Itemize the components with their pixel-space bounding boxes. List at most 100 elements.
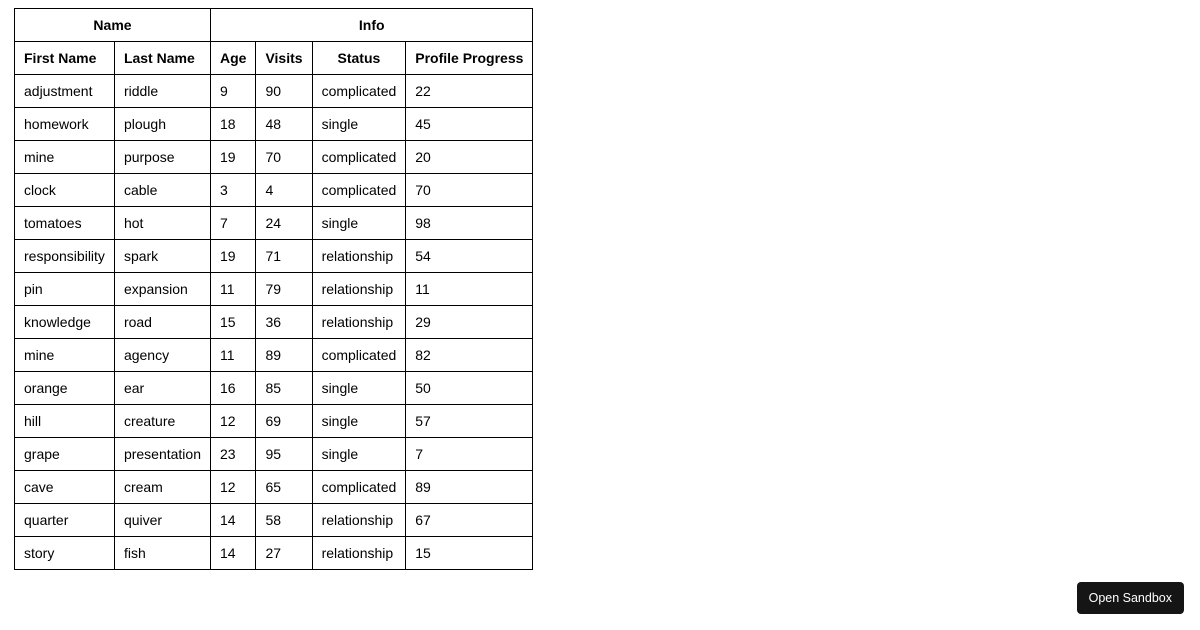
cell-first-name: mine (15, 141, 115, 174)
cell-last-name: ear (114, 372, 210, 405)
cell-status: single (312, 372, 406, 405)
cell-last-name: cream (114, 471, 210, 504)
cell-age: 3 (211, 174, 256, 207)
cell-progress: 29 (406, 306, 533, 339)
cell-first-name: story (15, 537, 115, 570)
cell-status: relationship (312, 537, 406, 570)
cell-visits: 69 (256, 405, 312, 438)
cell-first-name: clock (15, 174, 115, 207)
cell-visits: 79 (256, 273, 312, 306)
cell-progress: 50 (406, 372, 533, 405)
cell-age: 15 (211, 306, 256, 339)
cell-status: single (312, 207, 406, 240)
cell-last-name: creature (114, 405, 210, 438)
cell-last-name: expansion (114, 273, 210, 306)
cell-visits: 70 (256, 141, 312, 174)
cell-visits: 90 (256, 75, 312, 108)
cell-progress: 82 (406, 339, 533, 372)
cell-age: 9 (211, 75, 256, 108)
cell-last-name: road (114, 306, 210, 339)
table-row: clockcable34complicated70 (15, 174, 533, 207)
cell-visits: 24 (256, 207, 312, 240)
cell-last-name: agency (114, 339, 210, 372)
cell-first-name: cave (15, 471, 115, 504)
cell-status: relationship (312, 504, 406, 537)
table-row: responsibilityspark1971relationship54 (15, 240, 533, 273)
cell-first-name: homework (15, 108, 115, 141)
cell-progress: 54 (406, 240, 533, 273)
cell-status: relationship (312, 273, 406, 306)
table-row: storyfish1427relationship15 (15, 537, 533, 570)
cell-last-name: quiver (114, 504, 210, 537)
table-row: minepurpose1970complicated20 (15, 141, 533, 174)
header-group-info: Info (211, 9, 533, 42)
cell-progress: 22 (406, 75, 533, 108)
cell-age: 11 (211, 273, 256, 306)
cell-last-name: purpose (114, 141, 210, 174)
cell-visits: 95 (256, 438, 312, 471)
cell-progress: 20 (406, 141, 533, 174)
cell-progress: 70 (406, 174, 533, 207)
cell-last-name: cable (114, 174, 210, 207)
cell-last-name: presentation (114, 438, 210, 471)
table-row: knowledgeroad1536relationship29 (15, 306, 533, 339)
cell-status: relationship (312, 240, 406, 273)
cell-visits: 36 (256, 306, 312, 339)
cell-age: 18 (211, 108, 256, 141)
header-first-name: First Name (15, 42, 115, 75)
table-row: mineagency1189complicated82 (15, 339, 533, 372)
cell-progress: 11 (406, 273, 533, 306)
cell-age: 12 (211, 471, 256, 504)
header-last-name: Last Name (114, 42, 210, 75)
cell-visits: 85 (256, 372, 312, 405)
table-row: hillcreature1269single57 (15, 405, 533, 438)
table-row: cavecream1265complicated89 (15, 471, 533, 504)
cell-first-name: mine (15, 339, 115, 372)
table-row: orangeear1685single50 (15, 372, 533, 405)
data-table: Name Info First Name Last Name Age Visit… (14, 8, 533, 570)
cell-age: 19 (211, 240, 256, 273)
cell-status: complicated (312, 471, 406, 504)
cell-status: single (312, 108, 406, 141)
cell-first-name: grape (15, 438, 115, 471)
cell-last-name: spark (114, 240, 210, 273)
header-visits: Visits (256, 42, 312, 75)
cell-first-name: hill (15, 405, 115, 438)
cell-last-name: hot (114, 207, 210, 240)
cell-visits: 27 (256, 537, 312, 570)
cell-last-name: riddle (114, 75, 210, 108)
header-group-name: Name (15, 9, 211, 42)
header-status: Status (312, 42, 406, 75)
cell-first-name: tomatoes (15, 207, 115, 240)
cell-status: complicated (312, 339, 406, 372)
cell-last-name: fish (114, 537, 210, 570)
cell-age: 16 (211, 372, 256, 405)
cell-age: 14 (211, 537, 256, 570)
cell-age: 23 (211, 438, 256, 471)
cell-progress: 45 (406, 108, 533, 141)
cell-age: 12 (211, 405, 256, 438)
cell-first-name: pin (15, 273, 115, 306)
open-sandbox-button[interactable]: Open Sandbox (1077, 582, 1184, 614)
cell-progress: 7 (406, 438, 533, 471)
cell-progress: 57 (406, 405, 533, 438)
table-row: tomatoeshot724single98 (15, 207, 533, 240)
cell-age: 14 (211, 504, 256, 537)
table-row: adjustmentriddle990complicated22 (15, 75, 533, 108)
cell-visits: 71 (256, 240, 312, 273)
cell-age: 19 (211, 141, 256, 174)
cell-first-name: orange (15, 372, 115, 405)
table-row: grapepresentation2395single7 (15, 438, 533, 471)
cell-age: 7 (211, 207, 256, 240)
cell-first-name: quarter (15, 504, 115, 537)
cell-progress: 98 (406, 207, 533, 240)
cell-first-name: knowledge (15, 306, 115, 339)
table-row: pinexpansion1179relationship11 (15, 273, 533, 306)
cell-visits: 4 (256, 174, 312, 207)
cell-status: complicated (312, 174, 406, 207)
cell-visits: 65 (256, 471, 312, 504)
cell-visits: 48 (256, 108, 312, 141)
cell-status: complicated (312, 75, 406, 108)
cell-age: 11 (211, 339, 256, 372)
cell-visits: 58 (256, 504, 312, 537)
